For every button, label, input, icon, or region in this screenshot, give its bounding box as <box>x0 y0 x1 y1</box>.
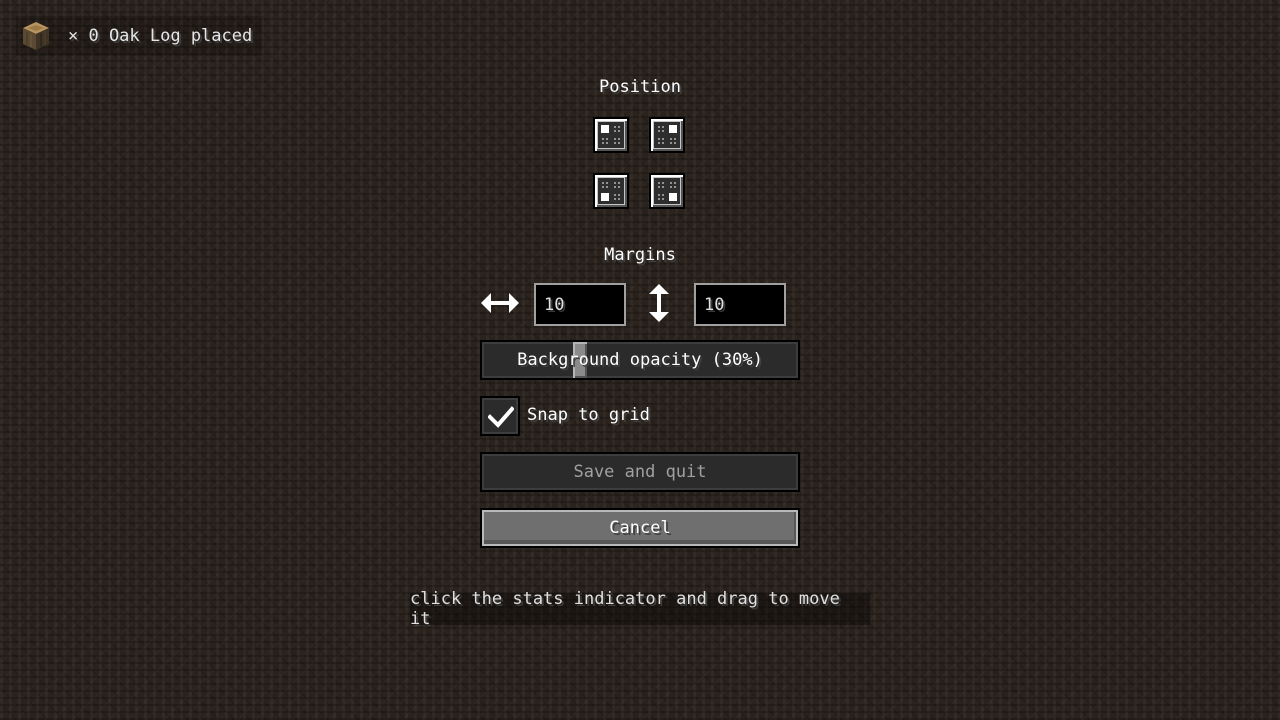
stats-text: × 0 Oak Log placed <box>68 26 253 46</box>
save-and-quit-button[interactable]: Save and quit <box>480 452 800 492</box>
snap-to-grid-checkbox[interactable] <box>480 396 520 436</box>
slider-label: Background opacity (30%) <box>517 350 763 370</box>
vertical-margin-input[interactable] <box>694 283 786 326</box>
snap-to-grid-label: Snap to grid <box>527 405 650 425</box>
margins-label: Margins <box>604 245 676 265</box>
position-label: Position <box>599 77 681 97</box>
corner-bottom-left-icon <box>598 178 624 204</box>
position-top-right-button[interactable] <box>649 117 685 153</box>
checkmark-icon <box>488 406 514 428</box>
horizontal-arrow-icon <box>481 293 519 313</box>
vertical-arrow-icon <box>649 284 669 322</box>
corner-top-left-icon <box>598 122 624 148</box>
stats-indicator[interactable]: × 0 Oak Log placed <box>16 16 263 56</box>
background-opacity-slider[interactable]: Background opacity (30%) <box>480 340 800 380</box>
position-top-left-button[interactable] <box>593 117 629 153</box>
corner-bottom-right-icon <box>654 178 680 204</box>
horizontal-margin-input[interactable] <box>534 283 626 326</box>
oak-log-icon <box>23 22 49 50</box>
position-bottom-left-button[interactable] <box>593 173 629 209</box>
cancel-button[interactable]: Cancel <box>480 508 800 548</box>
drag-hint: click the stats indicator and drag to mo… <box>410 589 870 629</box>
position-bottom-right-button[interactable] <box>649 173 685 209</box>
corner-top-right-icon <box>654 122 680 148</box>
